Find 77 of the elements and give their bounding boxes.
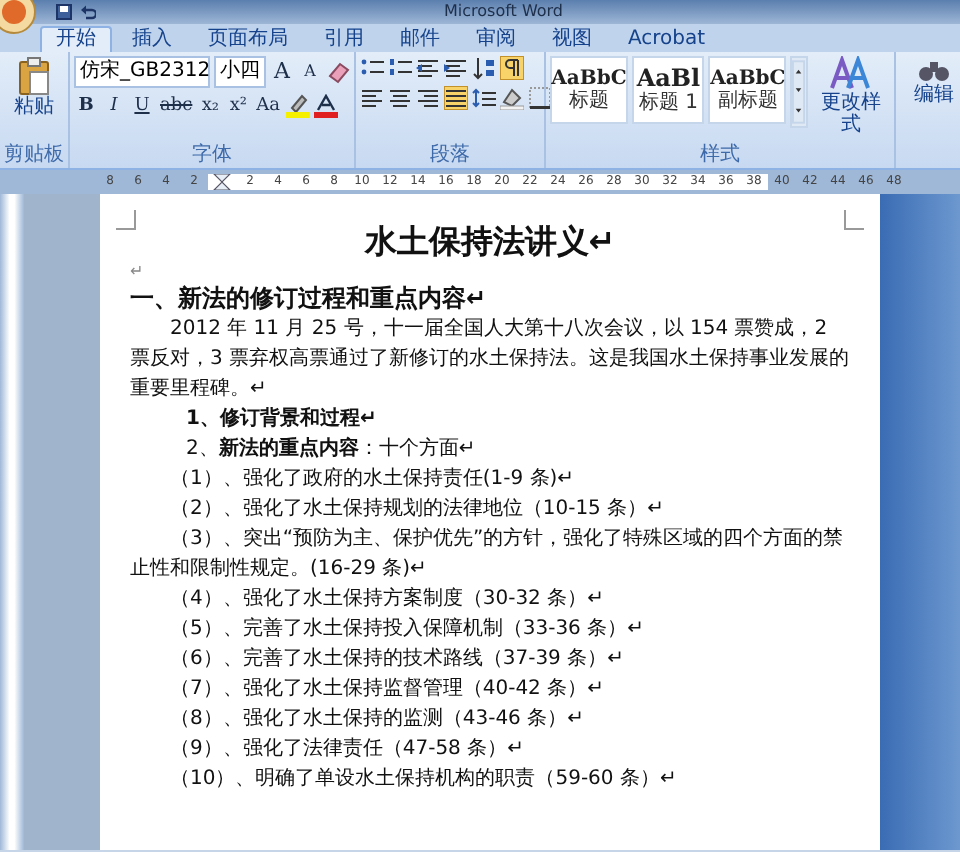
highlighter-icon[interactable] — [286, 94, 311, 118]
crop-mark-icon — [844, 210, 864, 230]
ribbon-tab[interactable]: 页面布局 — [192, 26, 304, 52]
increase-indent-icon[interactable] — [444, 56, 468, 80]
format-button[interactable]: abc — [158, 94, 195, 118]
style-name: 副标题 — [717, 89, 778, 113]
list-item: （7）、强化了水土保持监督管理（40-42 条）↵ — [168, 675, 606, 704]
style-name: 标题 1 — [638, 92, 698, 116]
bullet-list-icon[interactable] — [360, 56, 384, 80]
ribbon-tab[interactable]: 审阅 — [460, 26, 532, 52]
numbered-list-icon[interactable] — [388, 56, 412, 80]
ribbon-tab[interactable]: 引用 — [308, 26, 380, 52]
group-label: 字体 — [190, 144, 234, 168]
justify-icon[interactable] — [444, 86, 468, 110]
list-item: （1）、强化了政府的水土保持责任(1-9 条)↵ — [168, 465, 577, 494]
editing-button[interactable]: 编辑 — [900, 56, 960, 106]
shrink-font-button[interactable]: A — [298, 60, 322, 84]
change-styles-button[interactable]: 更改样式 — [811, 56, 890, 136]
style-preset[interactable]: AaBl 标题 1 — [632, 56, 705, 124]
list-item: （5）、完善了水土保持投入保障机制（33-36 条）↵ — [168, 615, 646, 644]
border-icon[interactable] — [528, 86, 552, 110]
body-paragraph: 2012 年 11 月 25 号，十一届全国人大第十八次会议，以 154 票赞成，2 票反对，3 票弃权高票通过了新修订的水土保持法。这是我国水土保持事业发展的重要里程碑。↵ — [130, 315, 850, 404]
decrease-indent-icon[interactable] — [416, 56, 440, 80]
format-button[interactable]: I — [102, 94, 126, 118]
paste-button[interactable]: 粘贴 — [14, 56, 54, 118]
align-center-icon[interactable] — [388, 86, 412, 110]
ribbon-tab[interactable]: 邮件 — [384, 26, 456, 52]
format-button[interactable]: U — [130, 94, 154, 118]
style-preset[interactable]: AaBbC 标题 — [550, 56, 628, 124]
align-left-icon[interactable] — [360, 86, 384, 110]
eraser-icon[interactable] — [326, 60, 350, 84]
style-name: 标题 — [569, 89, 609, 113]
list-item: （2）、强化了水土保持规划的法律地位（10-15 条）↵ — [168, 495, 666, 524]
align-right-icon[interactable] — [416, 86, 440, 110]
format-button[interactable]: Aa — [254, 94, 283, 118]
format-button[interactable]: B — [74, 94, 98, 118]
line-spacing-icon[interactable] — [472, 86, 496, 110]
list-item: （9）、强化了法律责任（47-58 条）↵ — [168, 735, 526, 764]
grow-font-button[interactable]: A — [270, 60, 294, 84]
subheading: 1、修订背景和过程↵ — [184, 405, 379, 434]
document-title: 水土保持法讲义↵ — [362, 222, 618, 262]
subheading: 2、新法的重点内容：十个方面↵ — [184, 434, 478, 464]
group-label: 样式 — [698, 144, 742, 168]
save-icon[interactable] — [56, 4, 72, 20]
binoculars-icon[interactable] — [918, 56, 950, 84]
indent-marker-icon[interactable] — [208, 174, 236, 190]
style-preset[interactable]: AaBbC 副标题 — [708, 56, 787, 124]
ribbon-tab[interactable]: 插入 — [116, 26, 188, 52]
clipboard-icon[interactable] — [18, 56, 50, 96]
ribbon-tab[interactable]: Acrobat — [612, 26, 722, 52]
sort-icon[interactable] — [472, 56, 496, 80]
ribbon-tab[interactable]: 视图 — [536, 26, 608, 52]
style-sample: AaBbC — [551, 67, 627, 89]
list-item: （4）、强化了水土保持方案制度（30-32 条）↵ — [168, 585, 606, 614]
group-label: 段落 — [428, 144, 472, 168]
format-button[interactable]: x² — [226, 94, 251, 118]
list-item: （3）、突出“预防为主、保护优先”的方针，强化了特殊区域的四个方面的禁止性和限制性规定。(16-29 条)↵ — [130, 525, 846, 584]
letters-icon[interactable] — [830, 56, 871, 92]
style-sample: AaBbC — [710, 67, 786, 89]
format-button[interactable]: x₂ — [198, 94, 223, 118]
pilcrow-icon[interactable] — [500, 56, 524, 80]
gallery-scroll-icon[interactable] — [790, 56, 808, 128]
font-size-field[interactable]: 小四 — [214, 56, 266, 88]
style-sample: AaBl — [636, 64, 701, 92]
shading-icon[interactable] — [500, 86, 524, 110]
paragraph-mark: ↵ — [130, 262, 146, 282]
section-heading: 一、新法的修订过程和重点内容↵ — [130, 282, 489, 314]
list-item: （6）、完善了水土保持的技术路线（37-39 条）↵ — [168, 645, 626, 674]
list-item: （8）、强化了水土保持的监测（43-46 条）↵ — [168, 705, 586, 734]
crop-mark-icon — [116, 210, 136, 230]
font-color-icon[interactable] — [314, 94, 339, 118]
list-item: （10）、明确了单设水土保持机构的职责（59-60 条）↵ — [168, 765, 679, 794]
window-title: Microsoft Word — [444, 2, 564, 22]
undo-icon[interactable] — [80, 4, 96, 20]
ribbon-tab[interactable]: 开始 — [40, 26, 112, 52]
group-label: 剪贴板 — [4, 144, 64, 168]
font-name-field[interactable]: 仿宋_GB2312 — [74, 56, 210, 88]
